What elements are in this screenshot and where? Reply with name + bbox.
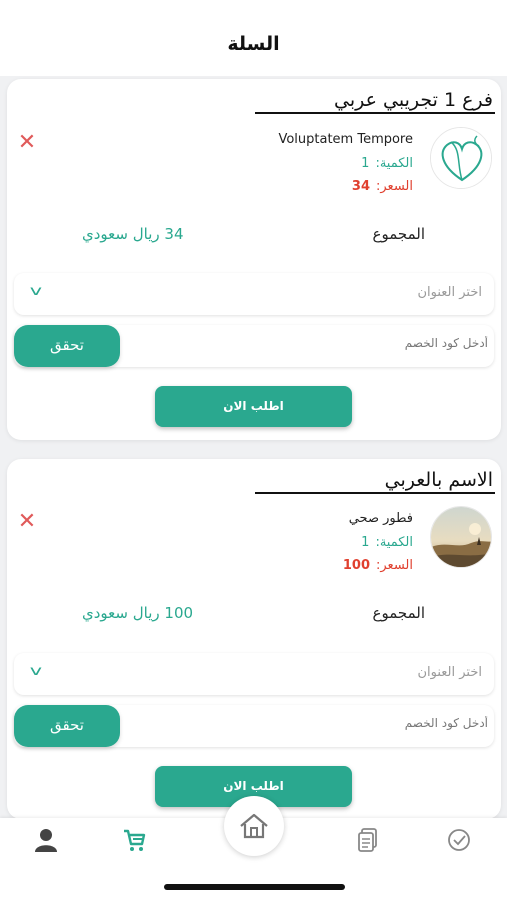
branch-title-underline	[255, 492, 495, 494]
home-indicator	[164, 884, 345, 890]
order-card: فرع 1 تجريبي عربي ✕ Voluptatem Tempore ا…	[7, 79, 501, 440]
remove-item-button[interactable]: ✕	[16, 511, 38, 533]
item-name: فطور صحي	[348, 511, 413, 526]
item-quantity: الكمية: 1	[361, 156, 413, 171]
total-value: 100 ريال سعودي	[82, 604, 194, 622]
branch-title-underline	[255, 112, 495, 114]
item-price: السعر: 100	[343, 558, 413, 573]
item-price: السعر: 34	[352, 179, 413, 194]
total-value: 34 ريال سعودي	[82, 225, 184, 243]
verify-coupon-button[interactable]: تحقق	[14, 705, 120, 747]
coupon-row: تحقق	[14, 705, 494, 747]
item-quantity: الكمية: 1	[361, 535, 413, 550]
total-label: المجموع	[372, 604, 425, 622]
price-value: 34	[351, 179, 370, 194]
order-now-button[interactable]: اطلب الان	[155, 386, 352, 427]
coupon-row: تحقق	[14, 325, 494, 367]
verify-coupon-button[interactable]: تحقق	[14, 325, 120, 367]
page-title: السلة	[227, 33, 280, 55]
quantity-value: 1	[361, 156, 370, 171]
orders-list-icon[interactable]	[353, 824, 385, 856]
price-value: 100	[342, 558, 370, 573]
branch-title: الاسم بالعربي	[384, 469, 493, 491]
heart-logo-icon	[430, 127, 492, 189]
branch-title: فرع 1 تجريبي عربي	[334, 89, 493, 111]
landscape-photo-icon	[430, 506, 492, 568]
profile-icon[interactable]	[30, 824, 62, 856]
coupon-code-input[interactable]	[138, 331, 488, 355]
price-label: السعر:	[376, 179, 413, 194]
address-select[interactable]: اختر العنوان v	[14, 653, 494, 695]
quantity-label: الكمية:	[375, 156, 413, 171]
address-select[interactable]: اختر العنوان v	[14, 273, 494, 315]
chevron-down-icon: v	[29, 284, 43, 299]
quantity-label: الكمية:	[375, 535, 413, 550]
total-label: المجموع	[372, 225, 425, 243]
home-button[interactable]	[224, 796, 284, 856]
order-card: الاسم بالعربي ✕ فطور صحي الكمية: 1 السعر:…	[7, 459, 501, 819]
address-placeholder: اختر العنوان	[417, 285, 482, 300]
home-icon	[240, 813, 268, 839]
check-circle-icon[interactable]	[443, 824, 475, 856]
cart-icon[interactable]	[118, 824, 150, 856]
price-label: السعر:	[376, 558, 413, 573]
address-placeholder: اختر العنوان	[417, 665, 482, 680]
header: السلة	[0, 0, 507, 76]
coupon-code-input[interactable]	[138, 711, 488, 735]
item-name: Voluptatem Tempore	[278, 132, 413, 147]
chevron-down-icon: v	[29, 664, 43, 679]
remove-item-button[interactable]: ✕	[16, 132, 38, 154]
quantity-value: 1	[361, 535, 370, 550]
